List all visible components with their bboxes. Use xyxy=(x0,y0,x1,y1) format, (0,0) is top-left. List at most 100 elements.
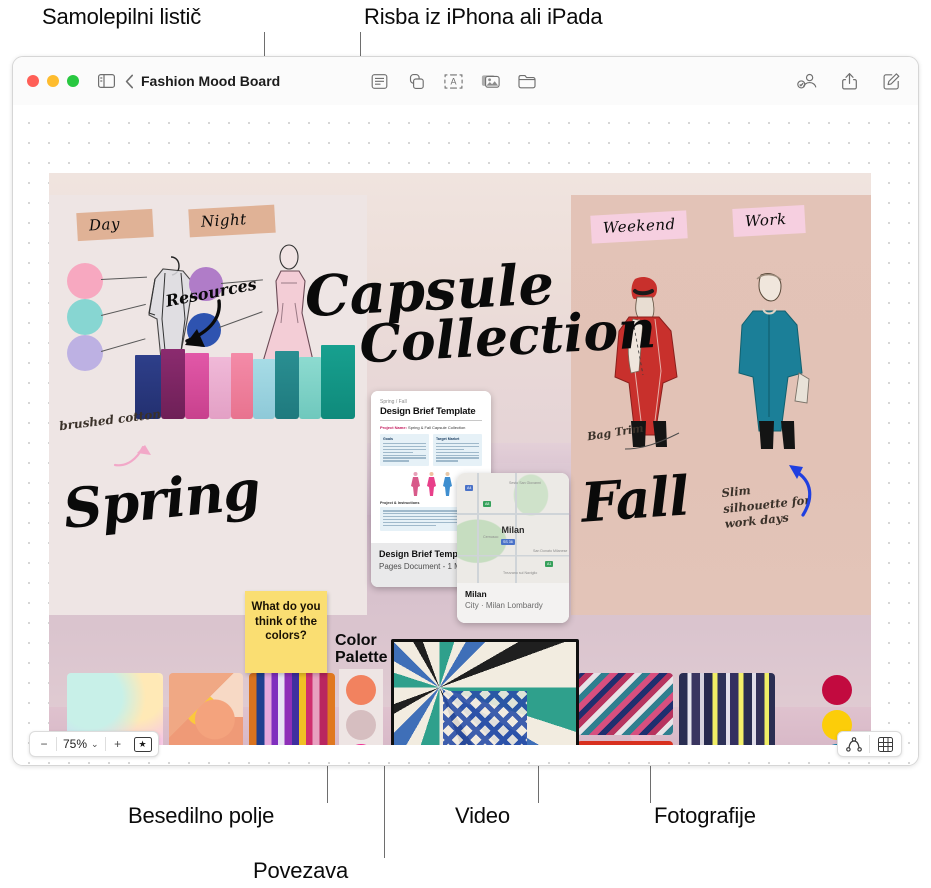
palette-dot-fall-1 xyxy=(822,675,852,705)
toolbar-center-group: A xyxy=(366,68,540,94)
season-label-fall: Fall xyxy=(578,463,691,535)
text-box-icon[interactable]: A xyxy=(440,68,466,94)
fabric-swatch-8 xyxy=(299,357,321,419)
mosaic-video[interactable] xyxy=(391,639,579,745)
callout-label-video: Video xyxy=(455,803,510,828)
window-titlebar: Fashion Mood Board A xyxy=(13,57,918,105)
callout-label-link: Povezava xyxy=(253,858,349,883)
video-center-motif xyxy=(443,691,527,745)
map-pin-a4: A4 xyxy=(465,485,474,491)
grid-glyph xyxy=(878,736,893,752)
swatch-dot-day-1 xyxy=(67,263,103,299)
zoom-toolbar: − 75% ⌄ + ★ xyxy=(29,731,159,757)
grid-icon[interactable] xyxy=(870,732,901,756)
map-pin-a8: A8 xyxy=(483,501,492,507)
document-project-label: Project Name: xyxy=(380,425,407,430)
brushed-cotton-arrow xyxy=(113,445,151,467)
map-pin-ss36: SS 36 xyxy=(501,539,515,545)
document-project-name: Project Name: Spring & Fall Capsule Coll… xyxy=(380,425,482,430)
minimize-button[interactable] xyxy=(47,75,59,87)
page-title: Fashion Mood Board xyxy=(141,73,281,89)
season-label-spring: Spring xyxy=(60,456,263,542)
palette-dot-spring-1 xyxy=(346,675,376,705)
zoom-out-button[interactable]: − xyxy=(32,732,56,756)
map-footer: Milan City · Milan Lombardy xyxy=(457,583,569,623)
palette-dot-spring-2 xyxy=(346,709,376,740)
map-place-cernusco: Cernusco xyxy=(483,535,499,539)
palette-dot-spring-3 xyxy=(346,744,376,745)
fabric-swatch-7 xyxy=(275,351,299,419)
markup-icon[interactable] xyxy=(878,68,904,94)
connection-lines-icon[interactable] xyxy=(838,732,869,756)
swatch-dot-day-3 xyxy=(67,335,103,371)
fall-panel: Weekend Work Bag Trim Slim silhouette fo… xyxy=(571,195,871,615)
document-project-value: Spring & Fall Capsule Collection xyxy=(408,425,466,430)
photo-geometric-shapes[interactable] xyxy=(169,673,243,745)
map-title: Milan xyxy=(465,589,487,599)
video-thumbnail xyxy=(394,642,576,745)
share-icon[interactable] xyxy=(836,68,862,94)
view-options-toolbar xyxy=(837,731,902,757)
document-heading: Design Brief Template xyxy=(380,406,476,417)
photo-striped-textiles[interactable] xyxy=(679,673,775,745)
map-place-sandonato: San Donato Milanese xyxy=(533,549,568,553)
map-link-card[interactable]: Milan A4 A8 SS 36 A1 Sesto San Giovanni … xyxy=(457,473,569,623)
photo-red-print[interactable] xyxy=(577,741,673,745)
fabric-swatch-4 xyxy=(209,357,231,419)
back-button[interactable] xyxy=(119,68,139,94)
document-column-market: Target Market xyxy=(433,434,482,467)
fabric-swatch-5 xyxy=(231,353,253,419)
board-canvas[interactable]: Day Night brushed cotton Spring Weekend … xyxy=(13,105,918,765)
spring-panel: Day Night brushed cotton Spring xyxy=(49,195,367,615)
tape-label-day: Day xyxy=(76,208,154,242)
note-icon[interactable] xyxy=(366,68,392,94)
map-place-sesto: Sesto San Giovanni xyxy=(509,481,541,485)
bag-trim-leader xyxy=(624,432,680,450)
sidebar-icon[interactable] xyxy=(93,68,119,94)
fabric-swatch-6 xyxy=(253,359,275,419)
mood-board[interactable]: Day Night brushed cotton Spring Weekend … xyxy=(49,173,871,745)
swatch-dot-day-2 xyxy=(67,299,103,335)
media-icon[interactable] xyxy=(477,68,503,94)
zoom-button[interactable] xyxy=(67,75,79,87)
document-col1-title: Goals xyxy=(383,437,393,441)
document-rule xyxy=(380,420,482,421)
document-column-goals: Goals xyxy=(380,434,429,467)
chevron-down-icon: ⌄ xyxy=(91,738,99,749)
map-city-label: Milan xyxy=(501,525,525,536)
document-col1-lines xyxy=(383,443,426,462)
map-subtitle: City · Milan Lombardy xyxy=(465,601,543,610)
close-button[interactable] xyxy=(27,75,39,87)
callout-label-sticky-note: Samolepilni listič xyxy=(42,4,202,29)
document-columns: Goals Target Market xyxy=(380,434,482,467)
callout-label-text-field: Besedilno polje xyxy=(128,803,275,828)
fabric-swatch-2 xyxy=(161,349,185,419)
shapes-icon[interactable] xyxy=(403,68,429,94)
zoom-level-value: 75% xyxy=(63,737,88,751)
resources-arrow-icon xyxy=(185,299,221,347)
sticky-note[interactable]: What do you think of the colors? xyxy=(245,591,327,673)
zoom-in-button[interactable]: + xyxy=(106,732,130,756)
tape-label-work: Work xyxy=(732,205,806,237)
svg-text:A: A xyxy=(450,76,456,86)
star-icon[interactable]: ★ xyxy=(133,736,152,752)
zoom-level-dropdown[interactable]: 75% ⌄ xyxy=(57,732,105,756)
photo-silk-fabrics[interactable] xyxy=(249,673,335,745)
fashion-sketch-work xyxy=(738,273,810,449)
tape-label-night: Night xyxy=(188,204,276,238)
map-image: Milan A4 A8 SS 36 A1 Sesto San Giovanni … xyxy=(457,473,569,583)
freeform-window: Fashion Mood Board A Day Night brushed c… xyxy=(12,56,919,766)
blue-arrow-icon xyxy=(789,465,812,517)
callout-label-photos: Fotografije xyxy=(654,803,756,828)
traffic-lights[interactable] xyxy=(27,75,79,87)
palette-caption-text[interactable]: Color Palette xyxy=(335,632,397,667)
fabric-swatch-3 xyxy=(185,353,209,419)
map-pin-a1: A1 xyxy=(545,561,554,567)
document-col2-lines xyxy=(436,443,479,462)
collaborate-icon[interactable] xyxy=(794,68,820,94)
map-place-rozzano: Trezzano sul Naviglio xyxy=(503,571,538,575)
fabric-swatch-9 xyxy=(321,345,355,419)
tape-label-weekend: Weekend xyxy=(590,210,688,244)
file-icon[interactable] xyxy=(514,68,540,94)
photo-chevron-knit[interactable] xyxy=(577,673,673,735)
